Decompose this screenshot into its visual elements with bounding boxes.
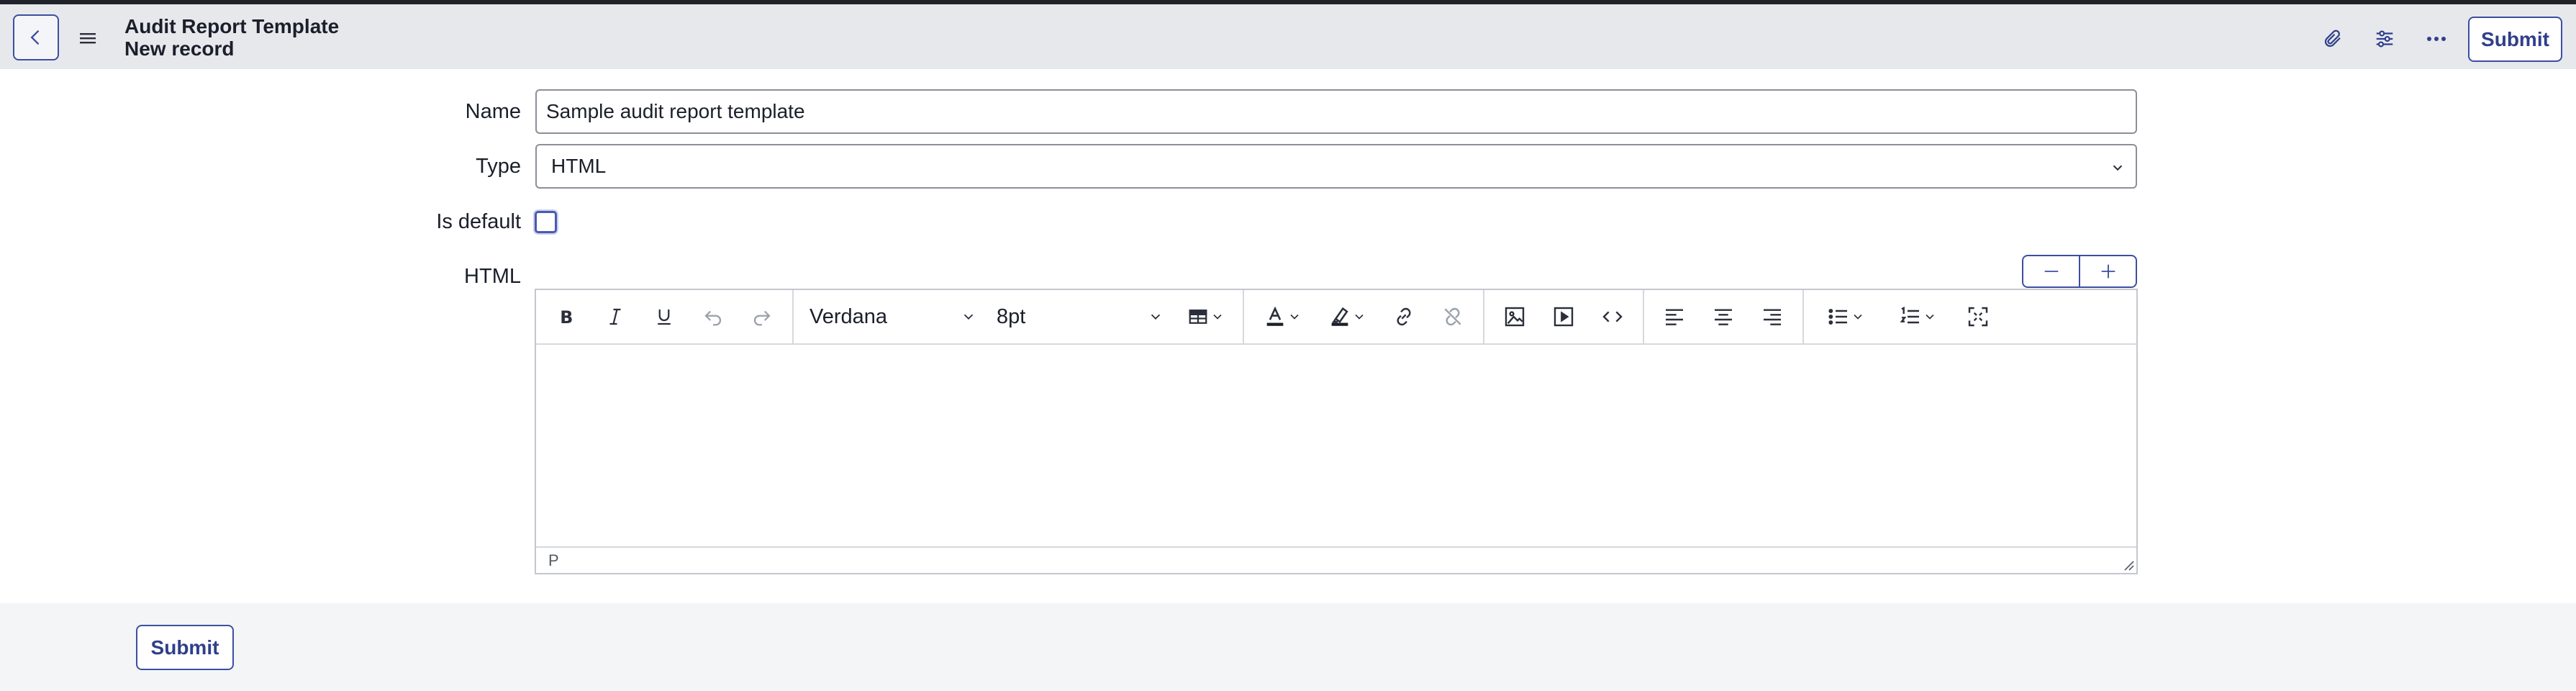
more-icon [2427,37,2446,41]
type-select-value: HTML [551,155,607,177]
chevron-down-icon [1290,314,1299,320]
type-label: Type [476,155,521,178]
chevron-down-icon [1355,314,1364,320]
html-editor: B Verdana 8pt P [535,289,2138,574]
form-footer: Submit [0,603,2576,691]
align-right-icon [1764,309,1781,325]
underline-button[interactable] [640,297,689,337]
resize-handle-icon[interactable] [2121,557,2135,572]
link-icon [1397,307,1411,326]
record-title: Audit Report Template New record [124,15,339,60]
form-header: Audit Report Template New record Submit [0,0,2576,69]
chevron-down-icon [963,314,974,320]
insert-media-button[interactable] [1539,297,1588,337]
more-options-button[interactable] [2418,20,2455,58]
is-default-checkbox[interactable] [535,211,557,233]
media-icon [1554,307,1574,327]
sliders-icon [2376,30,2393,48]
editor-content-area[interactable] [536,345,2136,548]
table-icon [1189,310,1207,324]
toolbar-group-insert [1244,290,1484,343]
chevron-left-icon [30,30,40,45]
bold-icon: B [560,307,573,328]
element-path[interactable]: P [548,551,559,570]
underline-icon [658,310,671,325]
text-color-icon [1266,306,1284,326]
italic-icon [609,308,621,325]
bullet-list-button[interactable] [1810,297,1882,337]
menu-button[interactable] [72,20,104,56]
svg-text:B: B [560,307,573,328]
align-center-button[interactable] [1699,297,1748,337]
chevron-down-icon [1926,314,1934,320]
fullscreen-icon [1968,307,1988,327]
italic-button[interactable] [591,297,640,337]
footer-submit-button[interactable]: Submit [136,625,234,670]
html-label: HTML [464,265,521,288]
name-label: Name [465,100,521,123]
chevron-down-icon [2113,165,2123,171]
chevron-down-icon [1854,314,1862,320]
align-center-icon [1715,309,1732,325]
bullet-list-icon [1828,309,1847,325]
redo-icon [753,310,771,326]
chevron-down-icon [1213,314,1222,320]
editor-statusbar: P [536,546,2136,573]
minus-icon [2044,271,2058,272]
text-color-button[interactable] [1250,297,1315,337]
toolbar-group-media [1484,290,1644,343]
page-subtitle: New record [124,37,235,60]
highlighter-icon [1331,307,1348,326]
toolbar-group-lists [1804,290,2008,343]
table-button[interactable] [1174,297,1237,337]
is-default-label: Is default [436,210,521,233]
type-select[interactable]: HTML [535,144,2137,189]
undo-icon [704,310,722,326]
fullscreen-button[interactable] [1954,297,2003,337]
editor-size-controls [2022,255,2137,288]
code-icon [1602,311,1623,322]
header-submit-button[interactable]: Submit [2468,17,2562,62]
paperclip-icon [2324,30,2341,48]
insert-image-button[interactable] [1490,297,1539,337]
align-left-button[interactable] [1650,297,1699,337]
redo-button[interactable] [738,297,786,337]
personalize-button[interactable] [2366,20,2403,58]
chevron-down-icon [1151,314,1161,320]
shrink-editor-button[interactable] [2023,256,2079,286]
name-input[interactable]: Sample audit report template [535,89,2137,134]
font-family-value: Verdana [809,304,888,328]
align-right-button[interactable] [1748,297,1797,337]
page-title: Audit Report Template [124,15,340,37]
undo-button[interactable] [689,297,738,337]
font-size-value: 8pt [997,304,1026,328]
highlight-button[interactable] [1315,297,1379,337]
expand-editor-button[interactable] [2079,256,2136,286]
menu-icon [80,33,96,44]
toolbar-group-font: Verdana 8pt [794,290,1244,343]
remove-link-button[interactable] [1428,297,1477,337]
editor-toolbar: B Verdana 8pt [536,290,2136,345]
bold-button[interactable]: B [542,297,591,337]
font-size-select[interactable]: 8pt [987,297,1174,337]
unlink-icon [1444,307,1461,326]
image-icon [1505,307,1525,327]
numbered-list-button[interactable] [1882,297,1954,337]
font-family-select[interactable]: Verdana [799,297,987,337]
toolbar-group-align [1644,290,1804,343]
align-left-icon [1666,309,1683,325]
plus-icon [2101,264,2115,279]
attachment-button[interactable] [2314,20,2351,58]
source-code-button[interactable] [1588,297,1637,337]
back-button[interactable] [13,14,59,60]
numbered-list-icon [1900,307,1919,324]
insert-link-button[interactable] [1379,297,1428,337]
toolbar-group-format: B [536,290,794,343]
